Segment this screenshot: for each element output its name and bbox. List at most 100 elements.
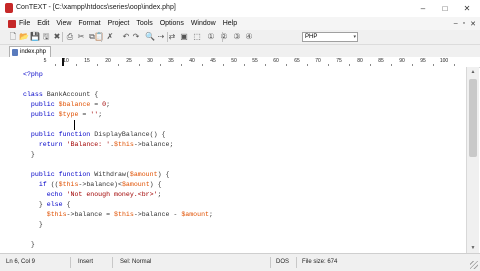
ruler-number: 85 [378, 58, 384, 64]
code-token: $this [58, 181, 79, 188]
delete-icon[interactable]: ✗ [105, 32, 115, 42]
code-line: public $balance = 0; [23, 100, 110, 110]
ruler-number: 65 [294, 58, 300, 64]
code-editor[interactable]: <?php class BankAccount { public $balance… [16, 67, 466, 253]
cut-icon[interactable]: ✂ [76, 32, 86, 42]
code-line: public function Withdraw($amount) { [23, 170, 170, 180]
user-command-2-icon[interactable]: ② [219, 32, 229, 42]
status-bar: Ln 6, Col 9 Insert Sel: Normal DOS File … [0, 253, 480, 271]
open-file-icon[interactable]: 📂 [19, 32, 29, 42]
status-divider [270, 257, 271, 268]
code-token: ; [209, 211, 213, 218]
ruler-number: 75 [336, 58, 342, 64]
status-divider [70, 257, 71, 268]
menu-window[interactable]: Window [191, 20, 216, 27]
menu-view[interactable]: View [56, 20, 71, 27]
gutter [0, 67, 16, 253]
ruler-tick [181, 64, 182, 66]
toolbar-separator [62, 32, 63, 42]
chevron-down-icon[interactable]: ▾ [353, 33, 356, 41]
line-ending: DOS [276, 259, 290, 265]
new-file-icon[interactable]: 🗋 [8, 32, 18, 42]
document-close-button[interactable]: ✕ [470, 20, 476, 28]
undo-icon[interactable]: ↶ [121, 32, 131, 42]
code-token: public function [23, 171, 95, 178]
save-all-icon[interactable]: 🖫 [41, 32, 51, 42]
replace-icon[interactable]: ⇄ [167, 32, 177, 42]
document-restore-button[interactable]: ▫ [463, 20, 465, 27]
code-token: $balance [58, 101, 91, 108]
ruler-number: 45 [210, 58, 216, 64]
save-icon[interactable]: 💾 [30, 32, 40, 42]
ruler-tick [202, 64, 203, 66]
ruler-number: 90 [399, 58, 405, 64]
close-button[interactable]: ✕ [456, 0, 478, 17]
tab-index-php[interactable]: index.php [9, 46, 51, 57]
ruler-tick [412, 64, 413, 66]
user-command-1-icon[interactable]: ① [206, 32, 216, 42]
scroll-up-icon[interactable]: ▲ [467, 67, 479, 77]
code-token: echo [23, 191, 67, 198]
user-command-3-icon[interactable]: ③ [232, 32, 242, 42]
toolbar-separator [167, 32, 168, 42]
document-minimize-button[interactable]: – [454, 20, 458, 27]
code-line: return 'Balance: '.$this->balance; [23, 140, 174, 150]
php-file-icon [12, 48, 18, 56]
app-logo-icon [5, 3, 13, 13]
code-line: if (($this->balance)<$amount) { [23, 180, 162, 190]
code-token: $amount [181, 211, 210, 218]
menu-file[interactable]: File [19, 20, 30, 27]
find-icon[interactable]: 🔍 [145, 32, 155, 42]
code-token: return [23, 141, 67, 148]
menu-options[interactable]: Options [160, 20, 184, 27]
ruler-tick [160, 64, 161, 66]
menu-help[interactable]: Help [223, 20, 237, 27]
menu-tools[interactable]: Tools [136, 20, 152, 27]
code-token: 'Balance: ' [66, 141, 111, 148]
menu-project[interactable]: Project [108, 20, 130, 27]
maximize-button[interactable]: □ [434, 0, 456, 17]
redo-icon[interactable]: ↷ [131, 32, 141, 42]
code-line: } [23, 220, 43, 230]
document-icon[interactable] [8, 19, 16, 28]
find-next-icon[interactable]: ⇢ [156, 32, 166, 42]
scroll-thumb[interactable] [469, 79, 477, 157]
code-token: } [23, 151, 35, 158]
ruler-number: 30 [147, 58, 153, 64]
code-token: ->balance = [66, 211, 115, 218]
code-token: (( [50, 181, 59, 188]
ruler-cursor-marker [62, 58, 64, 66]
menu-format[interactable]: Format [78, 20, 100, 27]
paste-icon[interactable]: 📋 [94, 32, 104, 42]
code-token: ; [98, 111, 103, 118]
text-caret [74, 120, 75, 130]
user-command-4-icon[interactable]: ④ [244, 32, 254, 42]
menu-edit[interactable]: Edit [37, 20, 49, 27]
status-divider [296, 257, 297, 268]
code-line: class BankAccount { [23, 90, 98, 100]
highlighter-select[interactable]: PHP ▾ [302, 32, 358, 42]
code-token: <?php [23, 71, 43, 78]
ruler-tick [349, 64, 350, 66]
scroll-down-icon[interactable]: ▼ [467, 243, 479, 253]
code-token: ->balance; [133, 141, 174, 148]
code-token: else [46, 201, 67, 208]
file-tab-bar: index.php [0, 45, 480, 57]
print-icon[interactable]: ⎙ [65, 32, 75, 42]
code-line: echo 'Not enough money.<br>'; [23, 190, 162, 200]
cursor-position: Ln 6, Col 9 [6, 259, 36, 265]
goto-icon[interactable]: ⬚ [192, 32, 202, 42]
code-token: 'Not enough money.<br>' [66, 191, 158, 198]
code-line: public $type = ''; [23, 110, 102, 120]
close-file-icon[interactable]: ✖ [52, 32, 62, 42]
code-line: } [23, 240, 35, 250]
code-token: ) { [149, 181, 162, 188]
minimize-button[interactable]: – [412, 0, 434, 17]
code-token: } [23, 241, 35, 248]
vertical-scrollbar[interactable]: ▲ ▼ [466, 67, 479, 253]
resize-grip[interactable] [470, 261, 478, 269]
bookmark-icon[interactable]: ▣ [179, 32, 189, 42]
ruler-tick [55, 64, 56, 66]
ruler-number: 25 [126, 58, 132, 64]
ruler-tick [286, 64, 287, 66]
